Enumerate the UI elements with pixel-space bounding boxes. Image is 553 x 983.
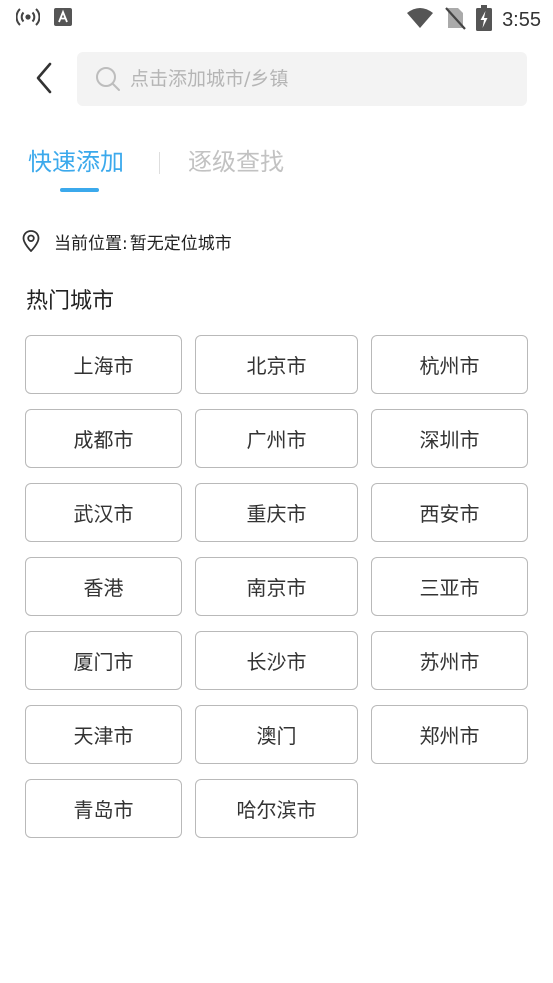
status-left: [15, 7, 72, 31]
city-button[interactable]: 三亚市: [371, 557, 528, 616]
tab-bar: 快速添加 逐级查找: [28, 140, 284, 200]
city-button[interactable]: 郑州市: [371, 705, 528, 764]
city-button[interactable]: 香港: [25, 557, 182, 616]
hotspot-icon: [15, 7, 41, 31]
search-box[interactable]: [77, 52, 527, 106]
city-button[interactable]: 重庆市: [195, 483, 358, 542]
city-button[interactable]: 长沙市: [195, 631, 358, 690]
city-button[interactable]: 西安市: [371, 483, 528, 542]
city-button[interactable]: 成都市: [25, 409, 182, 468]
location-pin-icon: [21, 229, 41, 253]
status-time: 3:55: [502, 8, 541, 31]
city-button[interactable]: 上海市: [25, 335, 182, 394]
search-icon: [94, 65, 122, 93]
city-button[interactable]: 北京市: [195, 335, 358, 394]
current-location: 当前位置: 暂无定位城市: [21, 228, 232, 254]
tab-stepwise-search[interactable]: 逐级查找: [188, 140, 284, 184]
city-button[interactable]: 广州市: [195, 409, 358, 468]
city-button[interactable]: 杭州市: [371, 335, 528, 394]
search-input[interactable]: [130, 68, 510, 90]
battery-charging-icon: [476, 5, 493, 35]
wifi-icon: [406, 7, 434, 33]
tab-divider: [159, 152, 160, 174]
city-button[interactable]: 哈尔滨市: [195, 779, 358, 838]
active-tab-indicator: [60, 188, 99, 192]
hot-cities-title: 热门城市: [26, 289, 115, 314]
city-button[interactable]: 厦门市: [25, 631, 182, 690]
city-button[interactable]: 武汉市: [25, 483, 182, 542]
location-value: 暂无定位城市: [129, 233, 232, 254]
city-button[interactable]: 青岛市: [25, 779, 182, 838]
city-button[interactable]: 天津市: [25, 705, 182, 764]
notification-a-icon: [54, 8, 72, 30]
city-button[interactable]: 南京市: [195, 557, 358, 616]
tab-quick-add[interactable]: 快速添加: [28, 140, 132, 192]
tab-stepwise-search-label: 逐级查找: [188, 148, 284, 176]
status-right: 3:55: [406, 5, 541, 35]
city-button[interactable]: 苏州市: [371, 631, 528, 690]
status-bar: 3:55: [0, 0, 553, 38]
tab-quick-add-label: 快速添加: [28, 148, 124, 176]
back-button[interactable]: [28, 60, 60, 100]
chevron-left-icon: [34, 62, 54, 98]
city-button[interactable]: 澳门: [195, 705, 358, 764]
location-label: 当前位置:: [54, 233, 128, 254]
no-sim-icon: [444, 6, 466, 34]
city-button[interactable]: 深圳市: [371, 409, 528, 468]
